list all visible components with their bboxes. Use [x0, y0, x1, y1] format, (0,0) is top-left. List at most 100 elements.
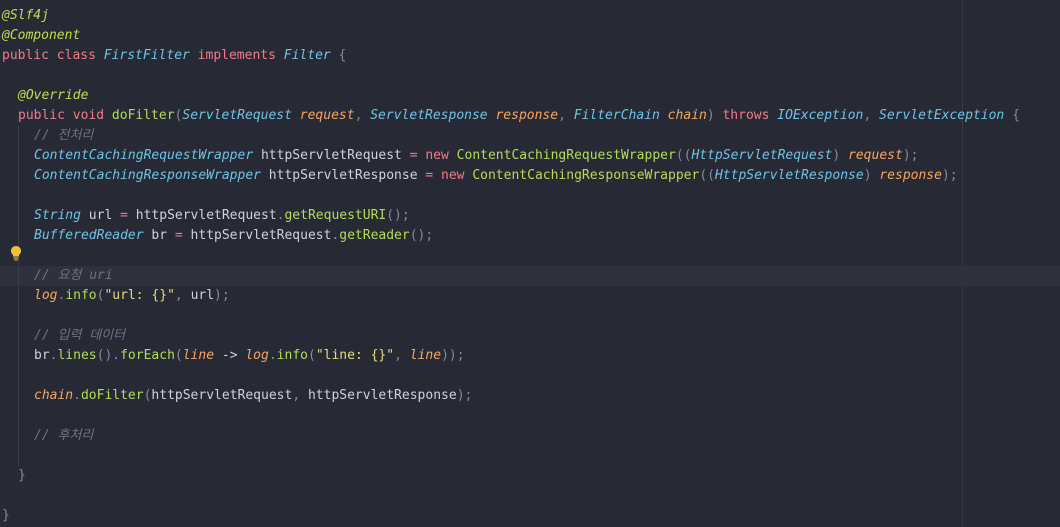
- indent-guide: [18, 266, 19, 286]
- indent-guide: [18, 226, 19, 246]
- comma: ,: [292, 388, 308, 403]
- paren: ();: [386, 208, 410, 223]
- object-ref: log: [245, 348, 269, 363]
- code-line-18[interactable]: br.lines().forEach(line -> log.info("lin…: [0, 346, 1060, 366]
- method-call: forEach: [120, 348, 175, 363]
- code-line-11[interactable]: String url = httpServletRequest.getReque…: [0, 206, 1060, 226]
- code-line-21[interactable]: [0, 406, 1060, 426]
- type-name: ContentCachingResponseWrapper: [34, 168, 261, 183]
- param-name: chain: [659, 108, 707, 123]
- method-call: lines: [57, 348, 97, 363]
- code-line-17[interactable]: // 입력 데이터: [0, 326, 1060, 346]
- code-line-13[interactable]: [0, 246, 1060, 266]
- paren: ((: [699, 168, 715, 183]
- operator: =: [174, 228, 191, 243]
- code-line-8[interactable]: ContentCachingRequestWrapper httpServlet…: [0, 146, 1060, 166]
- indent-guide: [18, 326, 19, 346]
- code-line-23[interactable]: [0, 446, 1060, 466]
- code-line-6[interactable]: public void doFilter(ServletRequest requ…: [0, 106, 1060, 126]
- paren: ): [863, 168, 880, 183]
- operator: =: [409, 148, 426, 163]
- variable-name: url: [80, 208, 121, 223]
- argument: httpServletResponse: [307, 388, 457, 403]
- comma: ,: [174, 288, 191, 303]
- code-line-9[interactable]: ContentCachingResponseWrapper httpServle…: [0, 166, 1060, 186]
- paren: );: [456, 388, 473, 403]
- paren: ((: [675, 148, 692, 163]
- closing-brace: }: [18, 468, 26, 483]
- keyword: throws: [722, 108, 778, 123]
- comma: ,: [394, 348, 410, 363]
- variable-name: httpServletRequest: [253, 148, 410, 163]
- param-type: ServletRequest: [182, 108, 292, 123]
- indent-guide: [18, 406, 19, 426]
- brace: {: [330, 48, 347, 63]
- dot: .: [73, 388, 81, 403]
- method-call: info: [65, 288, 97, 303]
- code-line-5[interactable]: @Override: [0, 86, 1060, 106]
- comma: ,: [354, 108, 371, 123]
- code-line-24[interactable]: }: [0, 466, 1060, 486]
- code-line-20[interactable]: chain.doFilter(httpServletRequest, httpS…: [0, 386, 1060, 406]
- exception-type: IOException: [777, 108, 864, 123]
- indent-guide: [18, 146, 19, 166]
- code-line-12[interactable]: BufferedReader br = httpServletRequest.g…: [0, 226, 1060, 246]
- lambda-param: line: [182, 348, 215, 363]
- param-ref: response: [879, 168, 942, 183]
- param-name: response: [487, 108, 559, 123]
- string-literal: "line: {}": [315, 348, 395, 363]
- code-line-2[interactable]: @Component: [0, 26, 1060, 46]
- annotation-override: @Override: [18, 88, 89, 103]
- operator: =: [425, 168, 442, 183]
- code-line-1[interactable]: @Slf4j: [0, 6, 1060, 26]
- code-line-3[interactable]: public class FirstFilter implements Filt…: [0, 46, 1060, 66]
- class-name: FirstFilter: [103, 48, 190, 63]
- code-line-19[interactable]: [0, 366, 1060, 386]
- argument: url: [190, 288, 215, 303]
- keyword: new: [441, 168, 473, 183]
- code-line-15[interactable]: log.info("url: {}", url);: [0, 286, 1060, 306]
- paren: );: [902, 148, 919, 163]
- code-line-26[interactable]: }: [0, 506, 1060, 526]
- code-line-10[interactable]: [0, 186, 1060, 206]
- constructor-name: ContentCachingRequestWrapper: [456, 148, 676, 163]
- comma: ,: [863, 108, 880, 123]
- param-name: request: [291, 108, 355, 123]
- param-ref: request: [848, 148, 903, 163]
- dot: .: [268, 348, 277, 363]
- code-line-14[interactable]: // 요청 uri: [0, 266, 1060, 286]
- indent-guide: [18, 446, 19, 466]
- indent-guide: [18, 186, 19, 206]
- constructor-name: ContentCachingResponseWrapper: [472, 168, 700, 183]
- lightbulb-icon[interactable]: [10, 245, 22, 261]
- keyword: public class: [2, 48, 104, 63]
- code-editor[interactable]: @Slf4j @Component public class FirstFilt…: [0, 0, 1060, 527]
- indent-guide: [18, 166, 19, 186]
- argument: httpServletRequest: [151, 388, 293, 403]
- method-call: info: [276, 348, 308, 363]
- brace: {: [1004, 108, 1020, 123]
- closing-brace: }: [2, 508, 10, 523]
- string-literal: "url: {}": [104, 288, 175, 303]
- object-ref: httpServletRequest: [190, 228, 332, 243]
- code-line-16[interactable]: [0, 306, 1060, 326]
- paren: );: [941, 168, 958, 183]
- keyword: implements: [189, 48, 284, 63]
- code-line-7[interactable]: // 전처리: [0, 126, 1060, 146]
- indent-guide: [18, 346, 19, 366]
- indent-guide: [18, 386, 19, 406]
- operator: =: [120, 208, 136, 223]
- type-name: ContentCachingRequestWrapper: [34, 148, 254, 163]
- indent-guide: [18, 366, 19, 386]
- code-line-25[interactable]: [0, 486, 1060, 506]
- object-ref: log: [34, 288, 58, 303]
- paren: ): [832, 148, 849, 163]
- code-line-22[interactable]: // 후처리: [0, 426, 1060, 446]
- paren: ): [706, 108, 723, 123]
- comment: // 입력 데이터: [34, 328, 126, 343]
- comment: // 후처리: [34, 428, 94, 443]
- variable-name: br: [143, 228, 175, 243]
- variable-name: httpServletResponse: [260, 168, 426, 183]
- paren: (: [174, 348, 183, 363]
- indent-guide: [18, 286, 19, 306]
